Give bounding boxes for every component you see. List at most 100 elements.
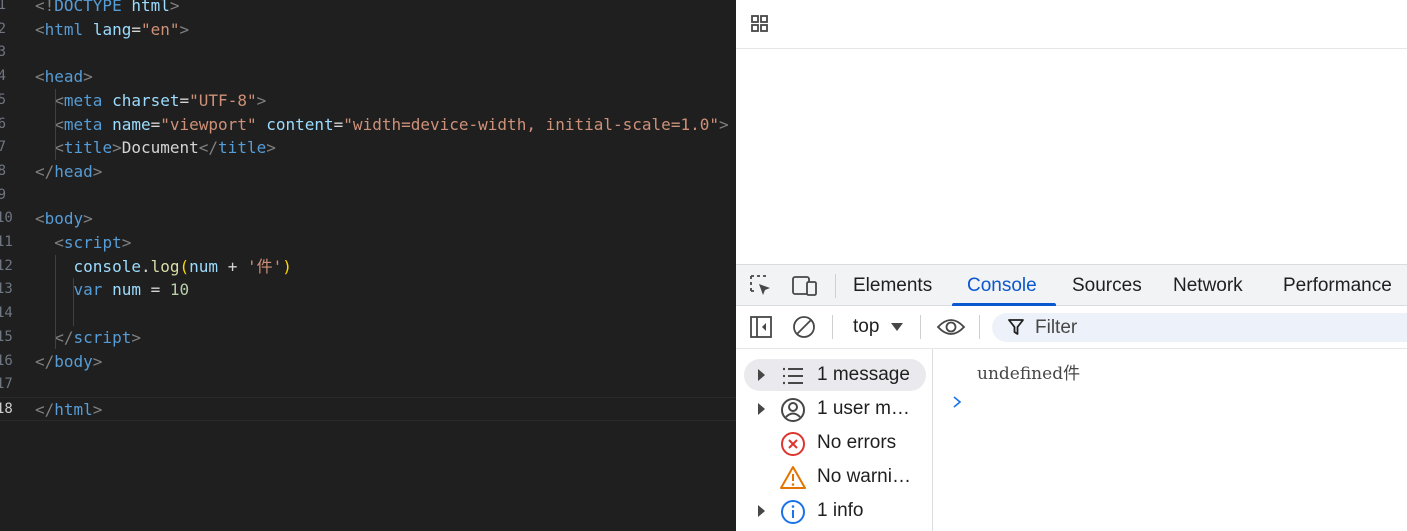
context-selector[interactable]: top [853, 306, 903, 348]
code-line[interactable]: 1 <!DOCTYPE html> [0, 0, 736, 18]
clear-console-icon[interactable] [792, 315, 816, 339]
console-prompt-chevron-icon[interactable] [951, 395, 963, 409]
code-token: < [35, 209, 45, 229]
sidebar-item-list[interactable]: 1 message [744, 359, 926, 391]
code-token: > [92, 161, 103, 181]
browser-topbar [736, 0, 1407, 49]
indent-guide [55, 254, 56, 350]
console-toolbar: top Filter [736, 306, 1407, 349]
code-token: > [169, 0, 180, 15]
code-line[interactable]: 7 <title>Document</title> [0, 136, 736, 160]
code-token: </ [35, 161, 55, 181]
browser-pane: Elements Console Sources Network Perform… [736, 0, 1407, 531]
inspect-element-icon[interactable] [749, 274, 773, 298]
device-toolbar-icon[interactable] [791, 274, 819, 298]
code-text: <title>Document</title> [35, 136, 276, 160]
code-token: '件' [246, 256, 283, 276]
toolbar-separator [979, 315, 980, 339]
sidebar-item-warning[interactable]: No warni… [744, 461, 926, 493]
code-token: "en" [140, 19, 180, 39]
tab-console[interactable]: Console [967, 265, 1037, 306]
code-text: <meta name="viewport" content="width=dev… [35, 113, 728, 137]
code-line[interactable]: 16 </body> [0, 350, 736, 374]
list-icon [783, 367, 803, 385]
code-token: </ [198, 138, 219, 158]
code-line[interactable]: 3 [0, 41, 736, 65]
code-editor[interactable]: 1 <!DOCTYPE html> 2 <html lang="en"> 3 4 <head… [0, 0, 736, 531]
line-number: 12 [0, 257, 13, 274]
line-number: 15 [0, 328, 13, 345]
code-token: > [83, 67, 93, 87]
sidebar-toggle-icon[interactable] [749, 315, 773, 339]
code-line[interactable]: 15 </script> [0, 326, 736, 350]
expand-arrow-icon[interactable] [758, 403, 765, 415]
code-token: script [73, 327, 132, 347]
sidebar-item-label: 1 info [817, 500, 864, 521]
code-token: title [218, 138, 267, 158]
filter-input[interactable]: Filter [992, 313, 1407, 342]
code-line[interactable]: 11 <script> [0, 231, 736, 255]
filter-funnel-icon [1008, 319, 1024, 335]
line-number: 1 [0, 0, 6, 13]
sidebar-item-label: No errors [817, 432, 897, 453]
code-line[interactable]: 17 [0, 373, 736, 397]
code-token: > [92, 351, 103, 371]
indent-guide [73, 278, 74, 326]
sidebar-item-info[interactable]: 1 info [744, 495, 926, 527]
code-line[interactable]: 4 <head> [0, 65, 736, 89]
tab-performance[interactable]: Performance [1283, 265, 1392, 306]
code-token: name [112, 114, 151, 134]
line-number: 3 [0, 44, 6, 61]
console-sidebar: 1 message 1 user m… No errors No warni… 1 in… [736, 349, 933, 531]
console-output[interactable]: undefined件 [933, 349, 1407, 531]
code-line[interactable]: 14 [0, 302, 736, 326]
apps-grid-icon[interactable] [750, 14, 770, 34]
code-text: <script> [35, 231, 131, 255]
code-line[interactable]: 5 <meta charset="UTF-8"> [0, 89, 736, 113]
code-token: </ [35, 351, 55, 371]
code-token: charset [112, 90, 180, 110]
live-expression-eye-icon[interactable] [936, 316, 966, 338]
code-token: > [83, 209, 93, 229]
code-text: <meta charset="UTF-8"> [35, 89, 266, 113]
code-token: num [189, 256, 219, 276]
line-number: 7 [0, 139, 6, 156]
code-text: var num = 10 [35, 278, 190, 302]
code-line[interactable]: 8 </head> [0, 160, 736, 184]
tab-sources[interactable]: Sources [1072, 265, 1142, 306]
user-icon [781, 398, 805, 422]
code-line[interactable]: 18 </html> [0, 396, 736, 421]
code-token: body [54, 351, 93, 371]
tab-network[interactable]: Network [1173, 265, 1243, 306]
code-token: lang [92, 19, 132, 39]
code-line[interactable]: 9 [0, 184, 736, 208]
code-token: script [63, 233, 122, 252]
tab-elements[interactable]: Elements [853, 265, 932, 306]
code-line[interactable]: 12 console.log(num + '件') [0, 255, 736, 279]
code-token: . [140, 256, 151, 276]
code-token: </ [54, 327, 74, 347]
sidebar-item-error[interactable]: No errors [744, 427, 926, 459]
expand-arrow-icon[interactable] [758, 505, 765, 517]
code-token: > [256, 90, 267, 110]
code-line[interactable]: 13 var num = 10 [0, 278, 736, 302]
expand-arrow-icon[interactable] [758, 369, 765, 381]
sidebar-item-label: 1 user m… [817, 398, 910, 419]
line-number: 16 [0, 352, 13, 369]
console-log-message: undefined件 [977, 364, 1081, 384]
code-token: = [333, 114, 344, 134]
code-line[interactable]: 2 <html lang="en"> [0, 18, 736, 42]
code-line[interactable]: 10 <body> [0, 207, 736, 231]
code-token: > [112, 138, 122, 158]
code-line[interactable]: 6 <meta name="viewport" content="width=d… [0, 113, 736, 137]
code-text: <head> [35, 65, 93, 89]
code-token: = [179, 90, 190, 110]
line-number: 6 [0, 115, 6, 132]
sidebar-item-user[interactable]: 1 user m… [744, 393, 926, 425]
code-token: > [121, 233, 132, 252]
code-token: = [140, 280, 170, 300]
